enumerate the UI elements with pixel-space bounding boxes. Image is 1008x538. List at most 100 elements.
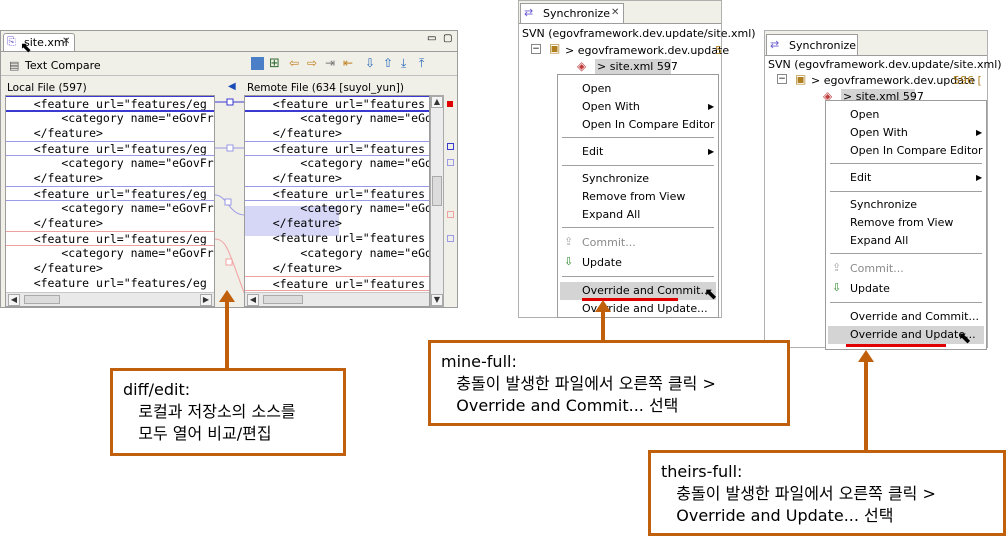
project-label[interactable]: > egovframework.dev.update — [565, 44, 729, 57]
menu-commit[interactable]: Commit... — [582, 235, 636, 251]
copy-back-icon[interactable]: ⇤ — [343, 56, 353, 70]
remote-code-line[interactable]: </feature> — [245, 171, 429, 186]
copy-right-icon[interactable]: ⇨ — [307, 56, 317, 70]
remote-code-line[interactable]: </feature> — [245, 261, 429, 276]
menu-edit[interactable]: Edit — [850, 170, 871, 186]
menu-update[interactable]: Update — [582, 255, 622, 271]
local-code-line[interactable]: <feature url="features/eg — [6, 276, 214, 291]
menu-override-commit[interactable]: Override and Commit... — [850, 309, 979, 325]
menu-override-update[interactable]: Override and Update... — [850, 327, 976, 343]
vscroll-thumb[interactable] — [432, 176, 442, 206]
next-change-icon[interactable]: ⤓ — [401, 56, 406, 71]
next-diff-icon[interactable]: ⇩ — [365, 56, 375, 70]
remote-code-line[interactable]: <category name="eGo — [245, 111, 429, 126]
local-code-line[interactable]: <feature url="features/eg — [6, 186, 214, 201]
change-marker[interactable] — [447, 235, 454, 242]
menu-synchronize[interactable]: Synchronize — [582, 171, 649, 187]
remote-code-line[interactable]: </feature> — [245, 126, 429, 141]
menu-separator — [562, 276, 714, 277]
maximize-icon[interactable]: ▢ — [443, 33, 452, 44]
remote-code-line[interactable]: <feature url="features — [245, 186, 429, 201]
local-code-line[interactable]: <category name="eGovFra — [6, 111, 214, 126]
menu-open[interactable]: Open — [582, 81, 611, 97]
remote-code-line[interactable]: </feature> — [245, 216, 429, 231]
remote-hscrollbar[interactable]: ◀ — [245, 292, 429, 306]
selected-file-row[interactable]: > site.xml 597 — [595, 59, 678, 75]
scroll-left-icon[interactable]: ◀ — [247, 294, 259, 306]
prev-change-icon[interactable]: ⤒ — [419, 56, 424, 71]
menu-commit[interactable]: Commit... — [850, 261, 904, 277]
close-tab-icon[interactable]: ✕ — [62, 36, 70, 47]
close-tab-icon[interactable]: ✕ — [611, 7, 619, 18]
local-pane[interactable]: <feature url="features/eg <category name… — [5, 95, 215, 307]
menu-override-commit[interactable]: Override and Commit... — [582, 283, 711, 299]
project-label[interactable]: > egovframework.dev.update — [811, 74, 975, 87]
local-hscrollbar[interactable]: ◀ ▶ — [6, 292, 214, 306]
local-code-line[interactable]: </feature> — [6, 216, 214, 231]
remote-code-line[interactable]: <feature url="features — [245, 141, 429, 156]
file-label: > site.xml 597 — [597, 60, 678, 73]
collapse-icon[interactable]: − — [531, 44, 541, 54]
remote-pane[interactable]: <feature url="features <category name="e… — [244, 95, 430, 307]
menu-remove-from-view[interactable]: Remove from View — [582, 189, 685, 205]
vertical-scrollbar[interactable]: ▲ ▼ — [430, 95, 444, 307]
copy-all-icon[interactable]: ⊞ — [269, 56, 280, 71]
menu-open-compare[interactable]: Open In Compare Editor — [850, 143, 983, 159]
copy-left-icon[interactable]: ⇦ — [289, 56, 299, 70]
remote-code-line[interactable]: <category name="eGo — [245, 246, 429, 261]
layout-icon[interactable] — [251, 57, 264, 70]
local-code-line[interactable]: </feature> — [6, 126, 214, 141]
menu-open-compare[interactable]: Open In Compare Editor — [582, 117, 715, 133]
local-code-line[interactable]: <feature url="features/eg — [6, 96, 214, 112]
remote-code-line[interactable]: <feature url="features — [245, 96, 429, 112]
scroll-thumb[interactable] — [263, 295, 303, 304]
scroll-thumb[interactable] — [24, 295, 60, 304]
change-marker[interactable] — [447, 211, 454, 218]
tab-site-xml[interactable]: ⎘ site.xml ✕ — [3, 33, 75, 52]
editor-title: Text Compare — [25, 59, 101, 72]
menu-open-with[interactable]: Open With — [582, 99, 640, 115]
local-code-line[interactable]: </feature> — [6, 171, 214, 186]
overview-ruler — [445, 95, 455, 295]
menu-expand-all[interactable]: Expand All — [850, 233, 908, 249]
scroll-up-icon[interactable]: ▲ — [431, 96, 443, 108]
local-code-line[interactable]: <category name="eGovFra — [6, 246, 214, 261]
menu-separator — [830, 163, 982, 164]
menu-remove-from-view[interactable]: Remove from View — [850, 215, 953, 231]
remote-code-line[interactable]: <category name="eGo — [245, 201, 429, 216]
prev-diff-icon[interactable]: ⇧ — [383, 56, 393, 70]
local-code-line[interactable]: </feature> — [6, 261, 214, 276]
submenu-arrow-icon: ▶ — [976, 128, 983, 137]
callout-arrowhead-icon — [595, 300, 611, 312]
menu-open[interactable]: Open — [850, 107, 879, 123]
scroll-right-icon[interactable]: ▶ — [200, 294, 212, 306]
callout-arrowhead-icon — [219, 290, 235, 302]
tab-synchronize[interactable]: ⇄ Synchronize ✕ — [520, 3, 624, 23]
copy-current-icon[interactable]: ⇥ — [325, 56, 335, 70]
menu-open-with[interactable]: Open With — [850, 125, 908, 141]
change-marker[interactable] — [447, 143, 454, 150]
conflict-marker[interactable] — [447, 101, 453, 107]
local-code-line[interactable]: <category name="eGovFra — [6, 201, 214, 216]
menu-synchronize[interactable]: Synchronize — [850, 197, 917, 213]
local-code-line[interactable]: <category name="eGovFra — [6, 156, 214, 171]
scroll-left-icon[interactable]: ◀ — [8, 294, 20, 306]
collapse-icon[interactable]: − — [777, 74, 787, 84]
remote-code-line[interactable]: <feature url="features — [245, 231, 429, 246]
tab-synchronize[interactable]: ⇄ Synchronize — [766, 34, 858, 55]
scroll-down-icon[interactable]: ▼ — [431, 294, 443, 306]
menu-edit[interactable]: Edit — [582, 144, 603, 160]
callout-arrowhead-icon — [858, 350, 874, 362]
file-conflict-icon: ◈ — [577, 59, 587, 73]
local-code-line[interactable]: <feature url="features/eg — [6, 231, 214, 246]
tab-label: Synchronize — [543, 7, 611, 20]
menu-expand-all[interactable]: Expand All — [582, 207, 640, 223]
copy-to-left-icon[interactable]: ◀ — [228, 81, 236, 92]
change-marker[interactable] — [447, 159, 454, 166]
menu-update[interactable]: Update — [850, 281, 890, 297]
local-code-line[interactable]: <feature url="features/eg — [6, 141, 214, 156]
commit-icon: ⇪ — [832, 261, 842, 274]
remote-code-line[interactable]: <category name="eGo — [245, 156, 429, 171]
minimize-icon[interactable]: ▭ — [427, 33, 436, 44]
remote-code-line[interactable]: <feature url="features — [245, 276, 429, 291]
